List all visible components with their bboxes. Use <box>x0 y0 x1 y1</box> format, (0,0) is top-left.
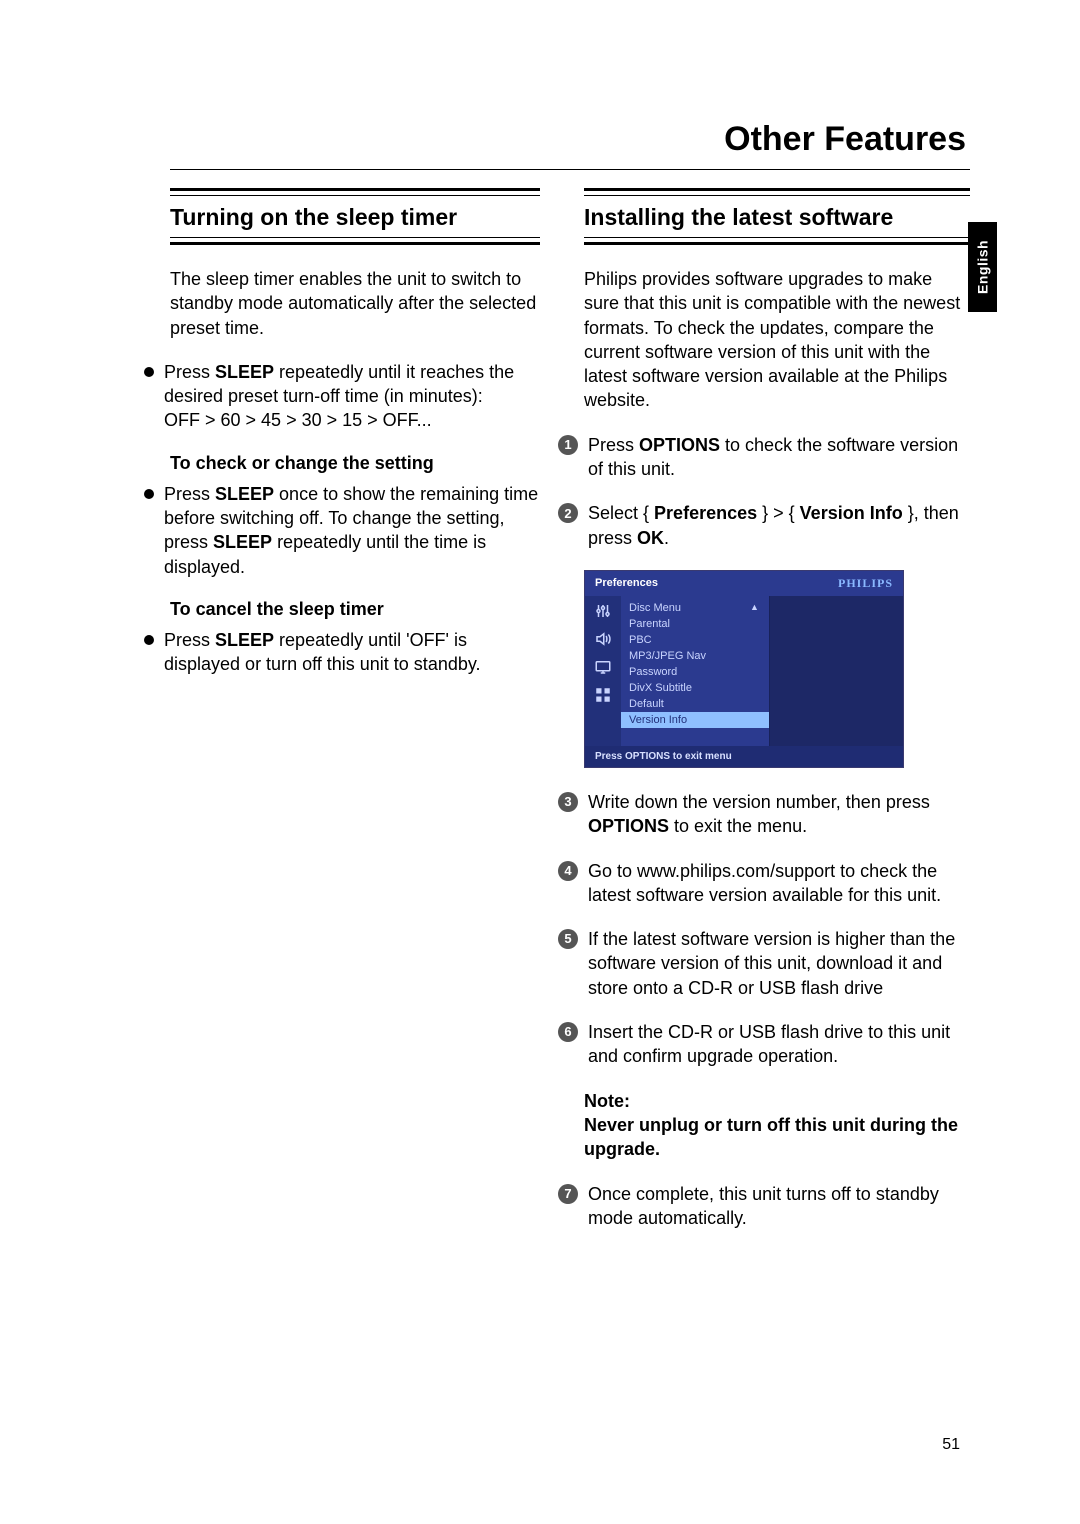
text: to exit the menu. <box>669 816 807 836</box>
list-item: 3 Write down the version number, then pr… <box>558 790 970 839</box>
section-heading-software: Installing the latest software <box>584 200 970 237</box>
osd-footer: Press OPTIONS to exit menu <box>585 746 903 767</box>
bullet-icon <box>144 367 154 377</box>
osd-menu-item: MP3/JPEG Nav <box>621 648 769 664</box>
text: Press <box>164 484 215 504</box>
grid-icon <box>594 686 612 704</box>
language-tab: English <box>968 222 997 312</box>
text-bold: OPTIONS <box>639 435 720 455</box>
osd-menu-item: Password <box>621 664 769 680</box>
text: If the latest software version is higher… <box>588 927 970 1000</box>
text-bold: SLEEP <box>215 630 274 650</box>
osd-menu-item: PBC <box>621 632 769 648</box>
list-item: Press SLEEP repeatedly until 'OFF' is di… <box>144 628 540 677</box>
text-bold: SLEEP <box>215 484 274 504</box>
section-rule <box>584 237 970 245</box>
software-intro: Philips provides software upgrades to ma… <box>584 267 970 413</box>
list-item: Press SLEEP once to show the remaining t… <box>144 482 540 579</box>
text-bold: OK <box>637 528 664 548</box>
osd-menu-item: Default <box>621 696 769 712</box>
text-bold: SLEEP <box>213 532 272 552</box>
text-bold: SLEEP <box>215 362 274 382</box>
column-left: Turning on the sleep timer The sleep tim… <box>170 188 540 1250</box>
text: } > { <box>757 503 800 523</box>
list-item: 6 Insert the CD-R or USB flash drive to … <box>558 1020 970 1069</box>
osd-title: Preferences <box>595 577 658 589</box>
osd-menu-item-selected: Version Info <box>621 712 769 728</box>
text-bold: OPTIONS <box>588 816 669 836</box>
osd-header: Preferences PHILIPS <box>585 571 903 596</box>
list-item: 4 Go to www.philips.com/support to check… <box>558 859 970 908</box>
step-number-icon: 4 <box>558 861 578 881</box>
monitor-icon <box>594 658 612 676</box>
text-bold: Version Info <box>800 503 903 523</box>
settings-icon <box>594 602 612 620</box>
section-heading-sleep: Turning on the sleep timer <box>170 200 540 237</box>
step-number-icon: 7 <box>558 1184 578 1204</box>
step-number-icon: 2 <box>558 503 578 523</box>
text: Go to www.philips.com/support to check t… <box>588 859 970 908</box>
text: Press <box>164 362 215 382</box>
list-item: 7 Once complete, this unit turns off to … <box>558 1182 970 1231</box>
osd-menu-item: Disc Menu▲ <box>621 600 769 616</box>
step-number-icon: 3 <box>558 792 578 812</box>
page-title: Other Features <box>170 120 970 159</box>
sub-heading-cancel: To cancel the sleep timer <box>170 599 540 620</box>
sleep-intro: The sleep timer enables the unit to swit… <box>170 267 540 340</box>
osd-preferences-screenshot: Preferences PHILIPS Disc Menu▲ Parental … <box>584 570 904 768</box>
triangle-up-icon: ▲ <box>750 602 759 614</box>
sub-heading-check: To check or change the setting <box>170 453 540 474</box>
list-item: Press SLEEP repeatedly until it reaches … <box>144 360 540 433</box>
osd-detail-pane <box>769 596 903 746</box>
step-number-icon: 1 <box>558 435 578 455</box>
note-text: Never unplug or turn off this unit durin… <box>584 1115 958 1159</box>
osd-body: Disc Menu▲ Parental PBC MP3/JPEG Nav Pas… <box>585 596 903 746</box>
sleep-sequence: OFF > 60 > 45 > 30 > 15 > OFF... <box>164 410 432 430</box>
speaker-icon <box>594 630 612 648</box>
bullet-icon <box>144 489 154 499</box>
osd-menu-item: Parental <box>621 616 769 632</box>
list-item: 2 Select { Preferences } > { Version Inf… <box>558 501 970 550</box>
text: . <box>664 528 669 548</box>
section-rule <box>170 237 540 245</box>
section-rule <box>584 188 970 196</box>
column-right: Installing the latest software Philips p… <box>584 188 970 1250</box>
list-item: 5 If the latest software version is high… <box>558 927 970 1000</box>
osd-menu-item: DivX Subtitle <box>621 680 769 696</box>
philips-logo: PHILIPS <box>838 576 893 591</box>
step-number-icon: 5 <box>558 929 578 949</box>
text-bold: Preferences <box>654 503 757 523</box>
text: Insert the CD-R or USB flash drive to th… <box>588 1020 970 1069</box>
bullet-icon <box>144 635 154 645</box>
title-rule <box>170 169 970 170</box>
list-item: 1 Press OPTIONS to check the software ve… <box>558 433 970 482</box>
text: Press <box>164 630 215 650</box>
text: Write down the version number, then pres… <box>588 792 930 812</box>
step-number-icon: 6 <box>558 1022 578 1042</box>
text: Select { <box>588 503 654 523</box>
note-block: Note: Never unplug or turn off this unit… <box>584 1089 970 1162</box>
text: Press <box>588 435 639 455</box>
text: Once complete, this unit turns off to st… <box>588 1182 970 1231</box>
osd-icon-column <box>585 596 621 746</box>
osd-menu-list: Disc Menu▲ Parental PBC MP3/JPEG Nav Pas… <box>621 596 769 746</box>
content-columns: Turning on the sleep timer The sleep tim… <box>170 188 970 1250</box>
page-number: 51 <box>942 1436 960 1454</box>
section-rule <box>170 188 540 196</box>
note-label: Note: <box>584 1091 630 1111</box>
